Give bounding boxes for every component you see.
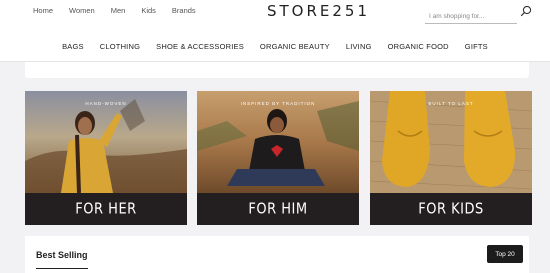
top-20-button[interactable]: Top 20 xyxy=(487,245,523,263)
best-selling-section: Best Selling Top 20 xyxy=(25,236,529,273)
category-organic-beauty[interactable]: ORGANIC BEAUTY xyxy=(260,42,330,51)
for-kids-photo xyxy=(370,91,532,193)
search-box xyxy=(425,5,517,26)
for-him-caption: FOR HIM xyxy=(248,200,308,218)
category-clothing[interactable]: CLOTHING xyxy=(100,42,140,51)
category-bags[interactable]: BAGS xyxy=(62,42,84,51)
category-organic-food[interactable]: ORGANIC FOOD xyxy=(388,42,449,51)
store-logo[interactable]: STORE251 xyxy=(267,2,370,20)
category-living[interactable]: LIVING xyxy=(346,42,372,51)
tile-for-kids[interactable]: BUILT TO LAST FOR KIDS xyxy=(370,91,532,225)
nav-link-brands[interactable]: Brands xyxy=(172,6,196,15)
for-her-tag: HAND-WOVEN xyxy=(85,101,127,106)
nav-link-women[interactable]: Women xyxy=(69,6,95,15)
nav-link-home[interactable]: Home xyxy=(33,6,53,15)
category-gifts[interactable]: GIFTS xyxy=(465,42,488,51)
best-selling-title: Best Selling xyxy=(36,250,88,260)
search-icon[interactable] xyxy=(520,5,532,17)
site-header: Home Women Men Kids Brands STORE251 BAGS… xyxy=(0,0,550,62)
nav-link-men[interactable]: Men xyxy=(111,6,126,15)
top-nav: Home Women Men Kids Brands xyxy=(33,6,212,15)
tile-for-him[interactable]: INSPIRED BY TRADITION FOR HIM xyxy=(197,91,359,225)
for-kids-caption: FOR KIDS xyxy=(418,200,484,218)
for-him-tag: INSPIRED BY TRADITION xyxy=(240,101,316,106)
category-nav: BAGS CLOTHING SHOE & ACCESSORIES ORGANIC… xyxy=(0,42,550,51)
for-kids-tag: BUILT TO LAST xyxy=(428,101,474,106)
banner-strip xyxy=(25,62,529,78)
title-underline xyxy=(36,268,88,269)
nav-link-kids[interactable]: Kids xyxy=(141,6,156,15)
for-her-photo xyxy=(25,91,187,193)
for-her-caption: FOR HER xyxy=(75,200,137,218)
tile-for-her[interactable]: HAND-WOVEN FOR HER xyxy=(25,91,187,225)
search-input[interactable] xyxy=(425,7,517,26)
for-him-photo xyxy=(197,91,359,193)
category-shoe-accessories[interactable]: SHOE & ACCESSORIES xyxy=(156,42,244,51)
